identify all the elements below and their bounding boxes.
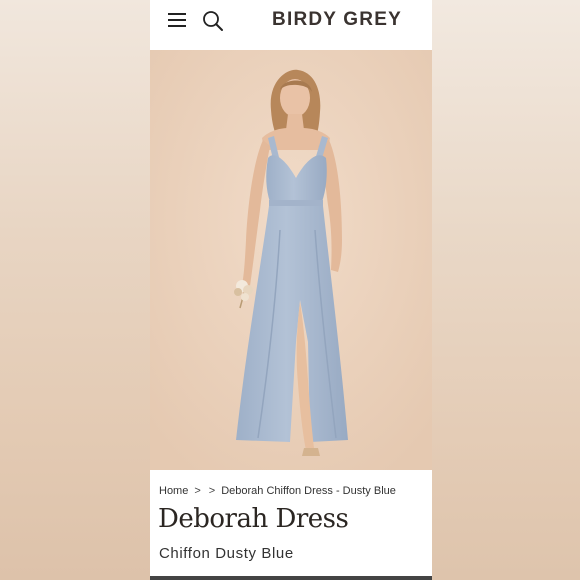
bottom-edge-bar — [150, 576, 432, 580]
product-subtitle: Chiffon Dusty Blue — [159, 545, 294, 562]
mobile-page: BIRDY GREY Home > > Deborah Chiffon Dres… — [150, 0, 432, 580]
background-blur-left — [0, 0, 150, 580]
product-hero-image[interactable] — [150, 50, 432, 470]
product-info: Home > > Deborah Chiffon Dress - Dusty Blue… — [150, 470, 432, 580]
brand-logo[interactable]: BIRDY GREY — [267, 8, 407, 32]
hamburger-menu-icon[interactable] — [168, 13, 186, 27]
breadcrumb-home[interactable]: Home — [159, 485, 188, 497]
breadcrumb: Home > > Deborah Chiffon Dress - Dusty Blue — [159, 485, 396, 497]
breadcrumb-separator: > — [208, 485, 216, 497]
breadcrumb-separator: > — [194, 485, 201, 497]
search-icon[interactable] — [202, 10, 224, 32]
site-header: BIRDY GREY — [150, 0, 432, 50]
product-title: Deborah Dress — [158, 504, 349, 534]
breadcrumb-current: Deborah Chiffon Dress - Dusty Blue — [221, 485, 396, 497]
background-blur-right — [430, 0, 580, 580]
